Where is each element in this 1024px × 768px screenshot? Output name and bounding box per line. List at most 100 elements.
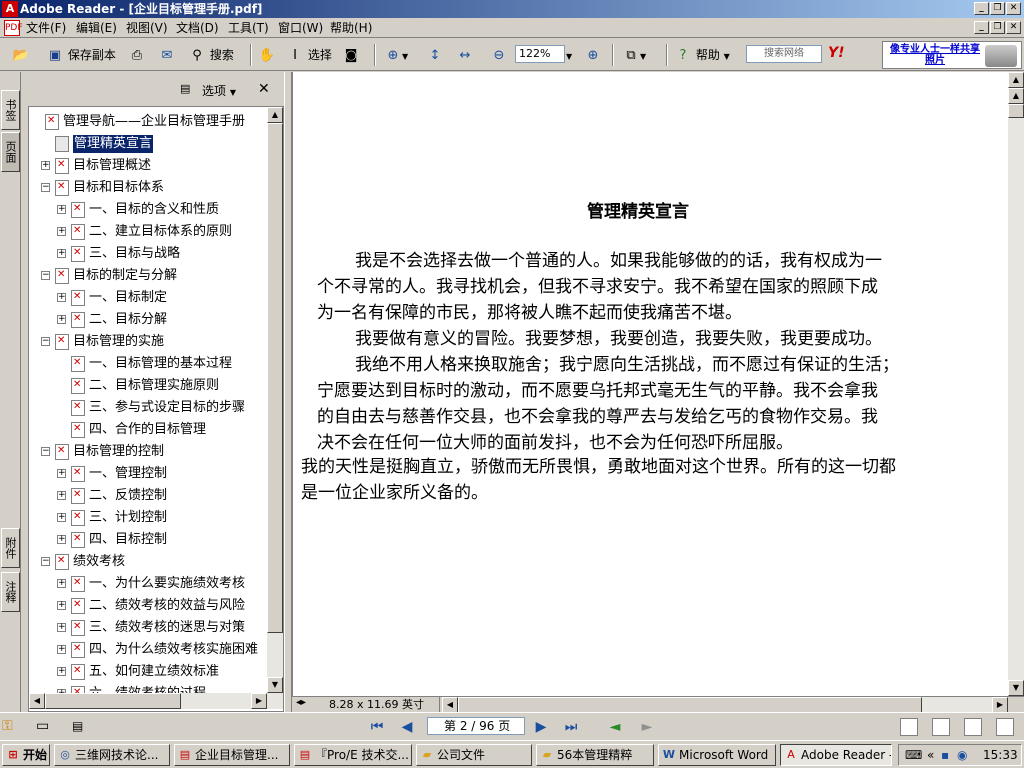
- zoom-out-button[interactable]: ⊖: [490, 44, 508, 66]
- expand-icon[interactable]: +: [57, 513, 66, 522]
- scroll-down-arrow[interactable]: ▼: [267, 677, 283, 693]
- expand-icon[interactable]: +: [57, 491, 66, 500]
- menu-window[interactable]: 窗口(W): [276, 20, 325, 36]
- document-icon[interactable]: PDF: [4, 20, 23, 36]
- open-button[interactable]: 📂: [12, 44, 30, 66]
- doc-close-button[interactable]: ✕: [1006, 21, 1021, 34]
- tab-pages[interactable]: 页面: [1, 132, 20, 172]
- email-button[interactable]: ✉: [158, 44, 176, 66]
- zoom-input[interactable]: 122%: [515, 45, 565, 63]
- scroll-thumb[interactable]: [267, 123, 283, 633]
- expand-icon[interactable]: +: [57, 293, 66, 302]
- expand-icon[interactable]: +: [57, 469, 66, 478]
- select-tool-button[interactable]: I 选择: [286, 44, 332, 66]
- task-button[interactable]: ▰ 公司文件: [416, 744, 532, 766]
- collapse-icon[interactable]: −: [41, 271, 50, 280]
- rotate-button[interactable]: ⧉ ▼: [622, 44, 646, 66]
- expand-icon[interactable]: +: [57, 205, 66, 214]
- monitor-icon[interactable]: ▭: [36, 718, 49, 734]
- help-button[interactable]: ? 帮助 ▼: [674, 44, 730, 66]
- search-button[interactable]: ⚲ 搜索: [188, 44, 234, 66]
- scroll-down-arrow[interactable]: ▼: [1008, 680, 1024, 696]
- actual-size-button[interactable]: ↕: [426, 44, 444, 66]
- hand-tool-button[interactable]: ✋: [258, 44, 276, 66]
- zoom-tool-button[interactable]: ⊕ ▼: [384, 44, 409, 66]
- menu-edit[interactable]: 编辑(E): [74, 20, 119, 36]
- collapse-icon[interactable]: −: [41, 183, 50, 192]
- expand-icon[interactable]: +: [57, 601, 66, 610]
- continuous-view-button[interactable]: [932, 718, 950, 736]
- web-search-input[interactable]: 搜索网络: [746, 45, 822, 63]
- scroll-right-arrow[interactable]: ▶: [251, 693, 267, 709]
- network-icon[interactable]: ▪: [941, 745, 949, 765]
- collapse-icon[interactable]: −: [41, 337, 50, 346]
- zoom-in-button[interactable]: ⊕: [584, 44, 602, 66]
- go-back-button[interactable]: ◄: [606, 718, 624, 736]
- restore-button[interactable]: ❐: [990, 2, 1005, 15]
- expand-icon[interactable]: +: [57, 667, 66, 676]
- task-button-active[interactable]: A Adobe Reader -...: [780, 744, 892, 766]
- save-copy-button[interactable]: ▣ 保存副本: [46, 44, 116, 66]
- collapse-icon[interactable]: −: [41, 447, 50, 456]
- scroll-up-arrow[interactable]: ▲: [267, 107, 283, 123]
- scroll-left-arrow[interactable]: ◀: [442, 697, 458, 713]
- facing-view-button[interactable]: [964, 718, 982, 736]
- scroll-thumb[interactable]: [458, 697, 922, 713]
- volume-icon[interactable]: ◉: [957, 745, 967, 765]
- single-page-view-button[interactable]: [900, 718, 918, 736]
- keyboard-icon[interactable]: ⌨: [905, 745, 922, 765]
- last-page-button[interactable]: ⏭: [562, 718, 580, 736]
- close-panel-button[interactable]: ✕: [258, 81, 270, 97]
- doc-minimize-button[interactable]: _: [974, 21, 989, 34]
- zoom-dropdown-button[interactable]: ▼: [566, 44, 572, 66]
- scroll-right-arrow[interactable]: ▶: [992, 697, 1008, 713]
- panel-splitter[interactable]: [284, 72, 292, 712]
- menu-tools[interactable]: 工具(T): [226, 20, 271, 36]
- document-view[interactable]: 管理精英宣言 我是不会选择去做一个普通的人。如果我能够做的的话，我有权成为一 个…: [292, 72, 1008, 696]
- expand-icon[interactable]: +: [57, 227, 66, 236]
- scroll-left-arrow[interactable]: ◀: [29, 693, 45, 709]
- close-button[interactable]: ✕: [1006, 2, 1021, 15]
- expand-icon[interactable]: +: [57, 623, 66, 632]
- task-button[interactable]: ▰ 56本管理精粹: [536, 744, 654, 766]
- tree-horizontal-scrollbar[interactable]: ◀ ▶: [29, 693, 283, 709]
- expand-icon[interactable]: +: [57, 645, 66, 654]
- expand-icon[interactable]: +: [57, 249, 66, 258]
- document-vertical-scrollbar[interactable]: ▲ ▲ ▼: [1008, 72, 1024, 696]
- snapshot-button[interactable]: ◙: [342, 44, 360, 66]
- tab-comments[interactable]: 注释: [1, 572, 20, 612]
- scroll-thumb[interactable]: [1008, 104, 1024, 118]
- photo-share-ad[interactable]: 像专业人士一样共享照片: [882, 41, 1022, 69]
- doc-restore-button[interactable]: ❐: [990, 21, 1005, 34]
- layers-icon[interactable]: ▤: [72, 719, 83, 733]
- previous-page-button[interactable]: ◀: [398, 718, 416, 736]
- collapse-icon[interactable]: −: [41, 557, 50, 566]
- first-page-button[interactable]: ⏮: [368, 718, 386, 736]
- page-number-input[interactable]: 第 2 / 96 页: [427, 717, 525, 735]
- yahoo-logo[interactable]: Y!: [828, 45, 845, 61]
- fit-width-button[interactable]: ↔: [456, 44, 474, 66]
- task-button[interactable]: ◎ 三维网技术论...: [54, 744, 170, 766]
- tab-bookmarks[interactable]: 书签: [1, 90, 20, 130]
- document-horizontal-scrollbar[interactable]: ◀ ▶: [442, 697, 1008, 713]
- menu-view[interactable]: 视图(V): [124, 20, 170, 36]
- title-bar[interactable]: A Adobe Reader - [企业目标管理手册.pdf] _ ❐ ✕: [0, 0, 1024, 18]
- next-page-button[interactable]: ▶: [532, 718, 550, 736]
- tab-attachments[interactable]: 附件: [1, 528, 20, 568]
- previous-page-arrow[interactable]: ▲: [1008, 88, 1024, 104]
- continuous-facing-view-button[interactable]: [996, 718, 1014, 736]
- menu-file[interactable]: 文件(F): [24, 20, 68, 36]
- task-button[interactable]: W Microsoft Word: [658, 744, 776, 766]
- menu-document[interactable]: 文档(D): [174, 20, 221, 36]
- tree-vertical-scrollbar[interactable]: ▲ ▼: [267, 107, 283, 693]
- expand-icon[interactable]: +: [57, 535, 66, 544]
- expand-icon[interactable]: +: [41, 161, 50, 170]
- menu-help[interactable]: 帮助(H): [328, 20, 374, 36]
- scroll-thumb[interactable]: [45, 693, 181, 709]
- task-button[interactable]: ▤ 『Pro/E 技术交...: [294, 744, 412, 766]
- options-button[interactable]: 选项 ▼: [202, 82, 236, 99]
- minimize-button[interactable]: _: [974, 2, 989, 15]
- print-button[interactable]: ⎙: [128, 44, 146, 66]
- expand-icon[interactable]: +: [57, 315, 66, 324]
- tray-expand-icon[interactable]: «: [927, 745, 934, 765]
